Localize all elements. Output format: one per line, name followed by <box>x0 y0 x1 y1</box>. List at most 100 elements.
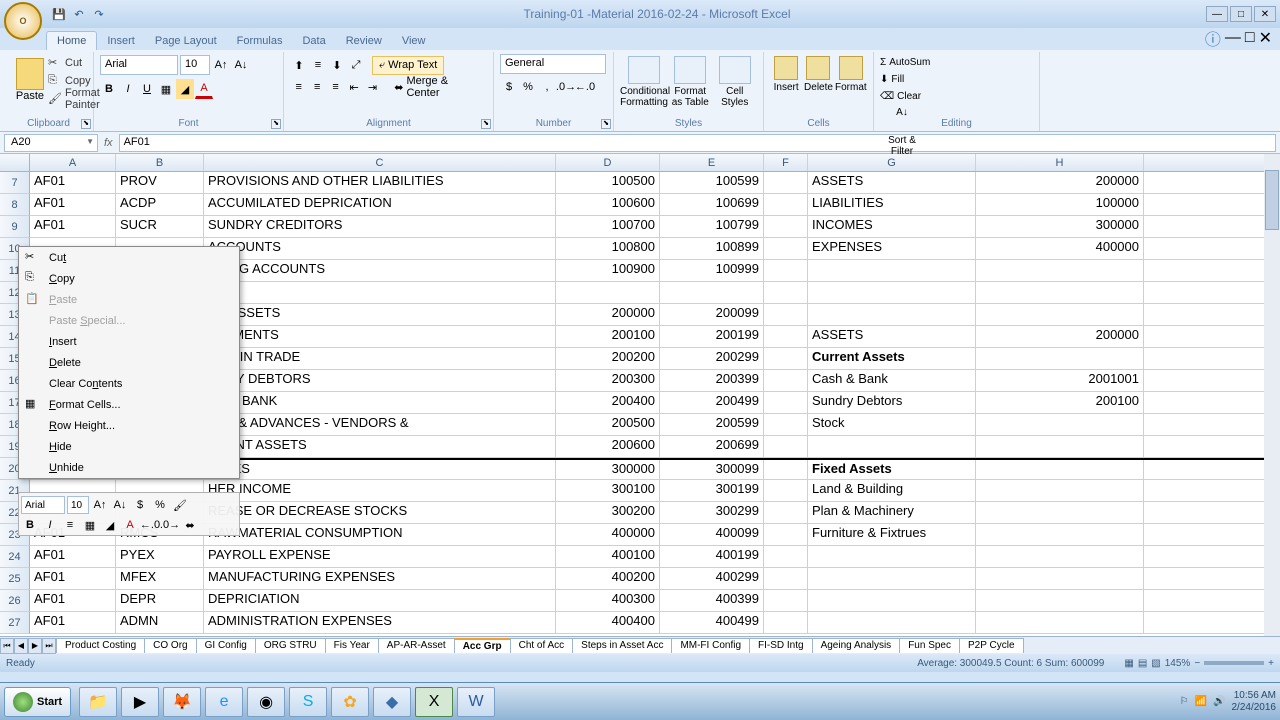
number-expand-icon[interactable]: ⬊ <box>601 119 611 129</box>
align-right-icon[interactable]: ≡ <box>327 77 344 97</box>
merge-center-button[interactable]: ⬌Merge & Center <box>388 73 487 101</box>
tab-home[interactable]: Home <box>46 31 97 50</box>
sheet-nav-first-icon[interactable]: ⏮ <box>0 638 14 654</box>
font-name-select[interactable]: Arial <box>100 55 178 75</box>
cell[interactable] <box>764 460 808 479</box>
cell[interactable]: 100000 <box>976 194 1144 215</box>
cell[interactable]: 200300 <box>556 370 660 391</box>
context-menu-cut[interactable]: ✂Cut <box>19 247 239 268</box>
cell[interactable]: Current Assets <box>808 348 976 369</box>
cell[interactable]: PROV <box>116 172 204 193</box>
sheet-nav-prev-icon[interactable]: ◀ <box>14 638 28 654</box>
cell[interactable]: Stock <box>808 414 976 435</box>
sheet-tab-fi-sd-intg[interactable]: FI-SD Intg <box>749 638 813 653</box>
cell[interactable]: 200200 <box>556 348 660 369</box>
decrease-font-icon[interactable]: A↓ <box>232 55 250 75</box>
cell[interactable] <box>976 568 1144 589</box>
fill-button[interactable]: ⬇Fill <box>880 71 950 88</box>
column-header-C[interactable]: C <box>204 154 556 171</box>
column-header-F[interactable]: F <box>764 154 808 171</box>
currency-icon[interactable]: $ <box>500 77 518 97</box>
context-menu-hide[interactable]: Hide <box>19 436 239 457</box>
cell[interactable]: ED ASSETS <box>204 304 556 325</box>
help-icon[interactable]: ⓘ <box>1205 26 1221 50</box>
font-size-select[interactable]: 10 <box>180 55 210 75</box>
cell[interactable]: DEPR <box>116 590 204 611</box>
mini-dec-decimal-icon[interactable]: ←.0 <box>141 515 159 535</box>
cell[interactable]: ADMINISTRATION EXPENSES <box>204 612 556 633</box>
align-top-icon[interactable]: ⬆ <box>290 55 308 75</box>
cell[interactable] <box>764 524 808 545</box>
mini-currency-icon[interactable]: $ <box>131 495 149 515</box>
cell[interactable]: 200000 <box>976 172 1144 193</box>
cell[interactable] <box>556 282 660 303</box>
cell[interactable]: 200299 <box>660 348 764 369</box>
sheet-tab-cht-of-acc[interactable]: Cht of Acc <box>510 638 574 653</box>
row-header-8[interactable]: 8 <box>0 194 30 216</box>
sheet-tab-product-costing[interactable]: Product Costing <box>56 638 145 653</box>
gotomeeting-icon[interactable]: ✿ <box>331 687 369 717</box>
cell[interactable] <box>764 502 808 523</box>
cell[interactable]: 300200 <box>556 502 660 523</box>
cell[interactable] <box>808 260 976 281</box>
mini-percent-icon[interactable]: % <box>151 495 169 515</box>
scrollbar-thumb[interactable] <box>1265 170 1279 230</box>
cell[interactable]: INCOMES <box>808 216 976 237</box>
increase-indent-icon[interactable]: ⇥ <box>364 77 381 97</box>
cell[interactable]: 200100 <box>976 392 1144 413</box>
sheet-tab-gi-config[interactable]: GI Config <box>196 638 256 653</box>
cell[interactable]: 200600 <box>556 436 660 457</box>
cell[interactable] <box>976 502 1144 523</box>
cell[interactable]: ASSETS <box>808 172 976 193</box>
row-header-24[interactable]: 24 <box>0 546 30 568</box>
cut-button[interactable]: ✂Cut <box>48 54 100 72</box>
cell[interactable]: ARING ACCOUNTS <box>204 260 556 281</box>
number-format-select[interactable]: General <box>500 54 606 74</box>
cell[interactable]: 400299 <box>660 568 764 589</box>
cell[interactable]: 200699 <box>660 436 764 457</box>
cell[interactable] <box>764 414 808 435</box>
cell[interactable]: 200000 <box>976 326 1144 347</box>
sheet-tab-fun-spec[interactable]: Fun Spec <box>899 638 960 653</box>
cell[interactable]: 200500 <box>556 414 660 435</box>
cell[interactable]: 2001001 <box>976 370 1144 391</box>
font-color-button[interactable]: A <box>195 79 213 99</box>
mini-fill-icon[interactable]: ◢ <box>101 515 119 535</box>
autosum-button[interactable]: ΣAutoSum <box>880 54 950 71</box>
cell[interactable] <box>976 524 1144 545</box>
close-workbook-icon[interactable]: ✕ <box>1259 28 1272 48</box>
column-header-A[interactable]: A <box>30 154 116 171</box>
cell[interactable]: 100699 <box>660 194 764 215</box>
firefox-icon[interactable]: 🦊 <box>163 687 201 717</box>
cell[interactable] <box>764 304 808 325</box>
comma-icon[interactable]: , <box>538 77 556 97</box>
underline-button[interactable]: U <box>138 79 156 99</box>
mini-font-name[interactable] <box>21 496 65 514</box>
cell[interactable]: AF01 <box>30 216 116 237</box>
mini-decrease-font-icon[interactable]: A↓ <box>111 495 129 515</box>
sheet-nav-last-icon[interactable]: ⏭ <box>42 638 56 654</box>
cell[interactable]: 200399 <box>660 370 764 391</box>
cell[interactable] <box>976 480 1144 501</box>
conditional-formatting-button[interactable]: Conditional Formatting <box>620 54 668 108</box>
cell[interactable]: HER INCOME <box>204 480 556 501</box>
cell[interactable]: 100800 <box>556 238 660 259</box>
cell[interactable]: RRENT ASSETS <box>204 436 556 457</box>
column-headers[interactable]: ABCDEFGH <box>0 154 1280 172</box>
cell[interactable]: 100600 <box>556 194 660 215</box>
cell[interactable] <box>660 282 764 303</box>
cell[interactable]: 100700 <box>556 216 660 237</box>
italic-button[interactable]: I <box>119 79 137 99</box>
cell-styles-button[interactable]: Cell Styles <box>713 54 758 108</box>
cell[interactable] <box>808 282 976 303</box>
context-menu-insert[interactable]: Insert <box>19 331 239 352</box>
cell[interactable]: 100899 <box>660 238 764 259</box>
align-bottom-icon[interactable]: ⬇ <box>328 55 346 75</box>
name-box[interactable]: A20 <box>4 134 98 152</box>
select-all-button[interactable] <box>0 154 30 171</box>
context-menu-unhide[interactable]: Unhide <box>19 457 239 478</box>
bold-button[interactable]: B <box>100 79 118 99</box>
zoom-out-icon[interactable]: − <box>1194 658 1200 669</box>
column-header-G[interactable]: G <box>808 154 976 171</box>
cell[interactable] <box>976 348 1144 369</box>
